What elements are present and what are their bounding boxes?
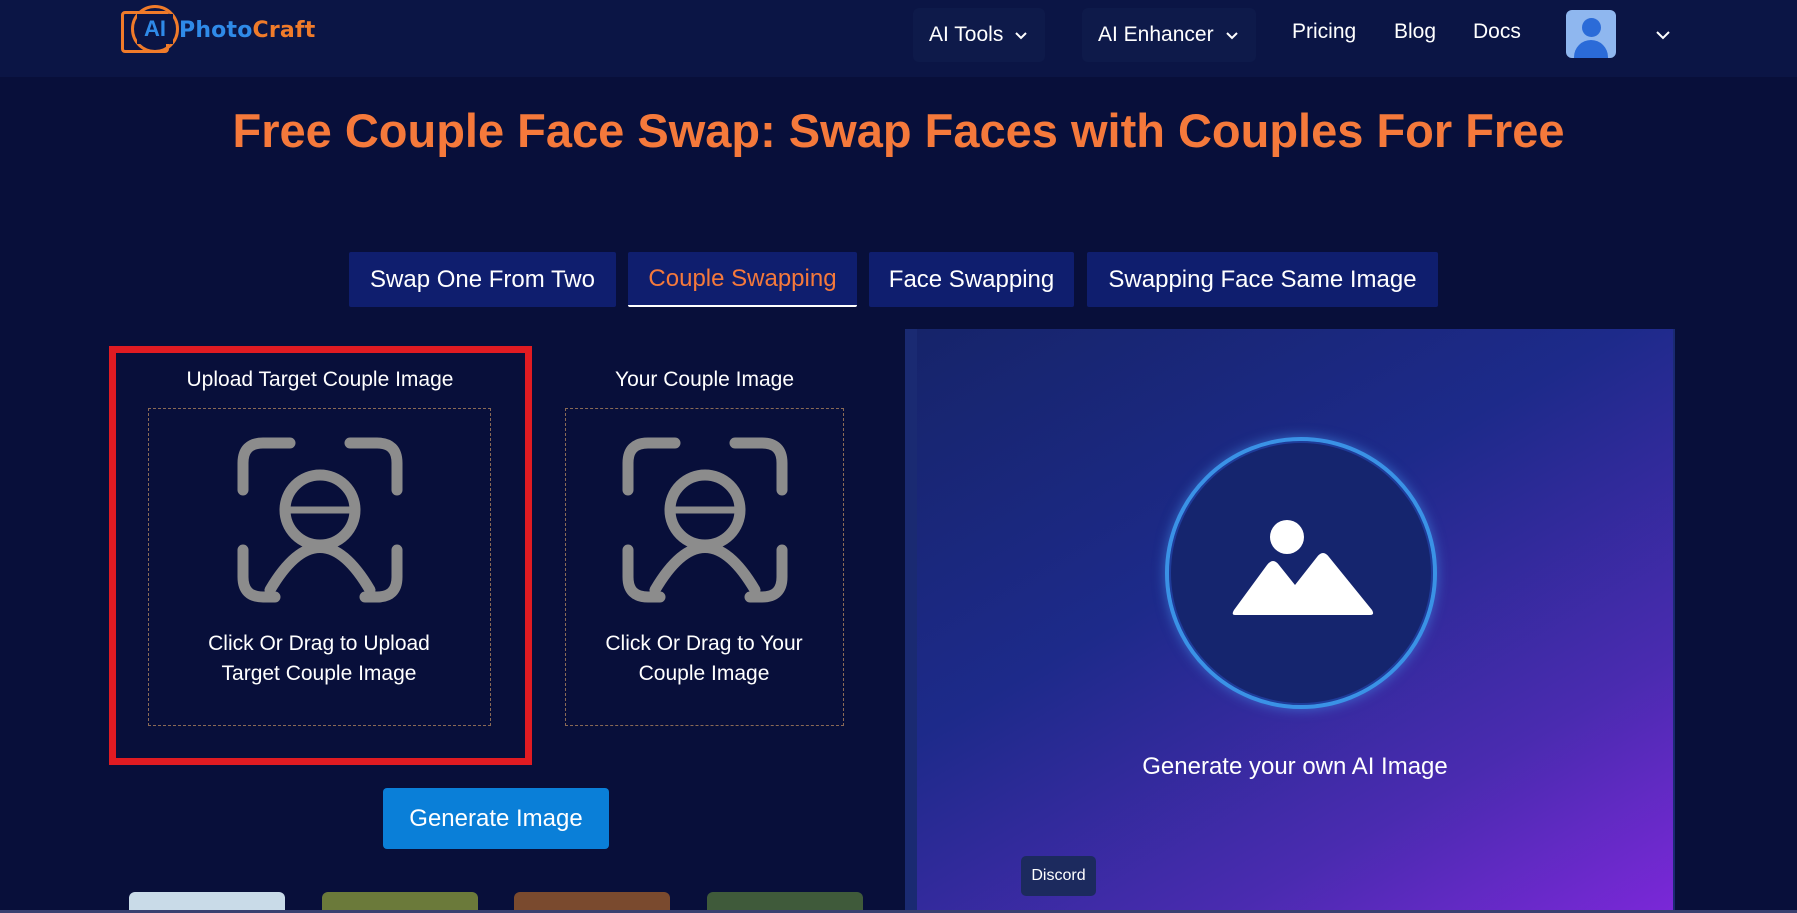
- upload-yours-dropzone[interactable]: Click Or Drag to Your Couple Image: [565, 408, 844, 726]
- tab-couple-swapping[interactable]: Couple Swapping: [628, 252, 857, 307]
- nav-ai-enhancer-label: AI Enhancer: [1098, 23, 1214, 46]
- chevron-down-icon: [1225, 32, 1238, 40]
- nav-blog[interactable]: Blog: [1394, 20, 1436, 44]
- preview-text: Generate your own AI Image: [1142, 753, 1448, 780]
- preview-panel: Generate your own AI Image: [905, 329, 1675, 913]
- nav-ai-enhancer[interactable]: AI Enhancer: [1082, 8, 1256, 62]
- logo-mark: AI: [119, 3, 179, 57]
- user-avatar-icon[interactable]: [1566, 10, 1616, 58]
- logo[interactable]: AI PhotoCraft: [119, 2, 315, 58]
- chevron-down-icon: [1015, 32, 1028, 40]
- upload-target-label: Upload Target Couple Image: [186, 368, 454, 391]
- page-title: Free Couple Face Swap: Swap Faces with C…: [232, 104, 1565, 157]
- nav-docs[interactable]: Docs: [1473, 20, 1521, 44]
- logo-text: PhotoCraft: [179, 17, 316, 43]
- nav-pricing[interactable]: Pricing: [1292, 20, 1356, 44]
- discord-button[interactable]: Discord: [1021, 856, 1096, 896]
- upload-yours-hint: Click Or Drag to Your Couple Image: [605, 632, 803, 685]
- top-navbar: AI PhotoCraft AI Tools AI Enhancer Prici…: [0, 0, 1797, 77]
- nav-ai-tools[interactable]: AI Tools: [913, 8, 1046, 62]
- generate-image-button[interactable]: Generate Image: [383, 788, 609, 849]
- upload-target-dropzone[interactable]: Click Or Drag to Upload Target Couple Im…: [148, 408, 491, 726]
- face-scan-icon: [622, 437, 788, 603]
- upload-target-hint: Click Or Drag to Upload Target Couple Im…: [208, 632, 430, 685]
- tab-swapping-face-same-image[interactable]: Swapping Face Same Image: [1087, 252, 1438, 307]
- image-placeholder-icon: [1232, 520, 1374, 615]
- face-scan-icon: [237, 437, 403, 603]
- upload-yours-label: Your Couple Image: [614, 368, 794, 391]
- tab-swap-one-from-two[interactable]: Swap One From Two: [349, 252, 616, 307]
- logo-mark-text: AI: [137, 14, 173, 44]
- tab-face-swapping[interactable]: Face Swapping: [869, 252, 1074, 307]
- nav-ai-tools-label: AI Tools: [929, 23, 1004, 46]
- page: AI PhotoCraft AI Tools AI Enhancer Prici…: [0, 0, 1797, 913]
- chevron-down-icon[interactable]: [1654, 26, 1672, 44]
- preview-circle: [1165, 437, 1437, 709]
